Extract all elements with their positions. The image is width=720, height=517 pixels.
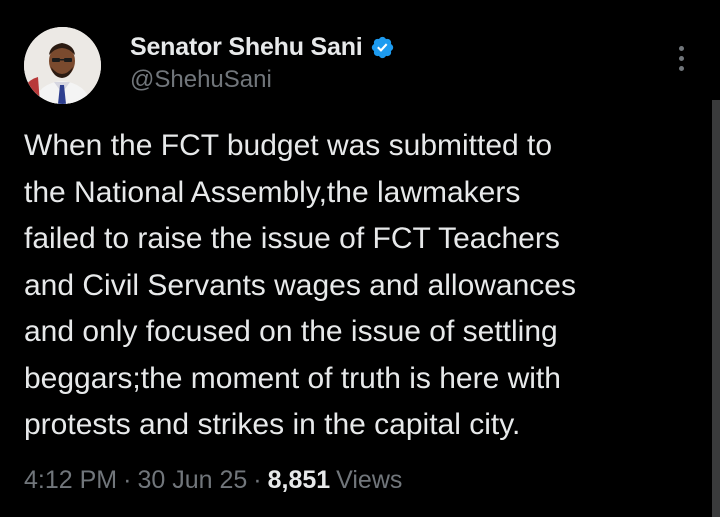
tweet-metadata: 4:12 PM · 30 Jun 25 · 8,851 Views xyxy=(24,466,402,495)
more-options-icon[interactable] xyxy=(670,40,692,76)
author-display-name[interactable]: Senator Shehu Sani xyxy=(130,33,363,62)
views-count[interactable]: 8,851 xyxy=(268,466,331,495)
author-name-row[interactable]: Senator Shehu Sani xyxy=(130,31,395,63)
views-label[interactable]: Views xyxy=(336,466,402,495)
tweet-text: When the FCT budget was submitted to the… xyxy=(24,129,576,441)
avatar[interactable] xyxy=(24,27,101,104)
more-dot xyxy=(678,65,684,71)
tweet-date[interactable]: 30 Jun 25 xyxy=(137,466,247,495)
author-handle[interactable]: @ShehuSani xyxy=(130,66,272,94)
more-dot xyxy=(678,45,684,51)
tweet-time[interactable]: 4:12 PM xyxy=(24,466,117,495)
separator-dot: · xyxy=(253,466,262,494)
more-dot xyxy=(678,55,684,61)
verified-badge-icon xyxy=(370,35,395,60)
scrollbar[interactable] xyxy=(712,100,720,517)
avatar-photo xyxy=(24,27,101,104)
separator-dot: · xyxy=(123,466,132,494)
